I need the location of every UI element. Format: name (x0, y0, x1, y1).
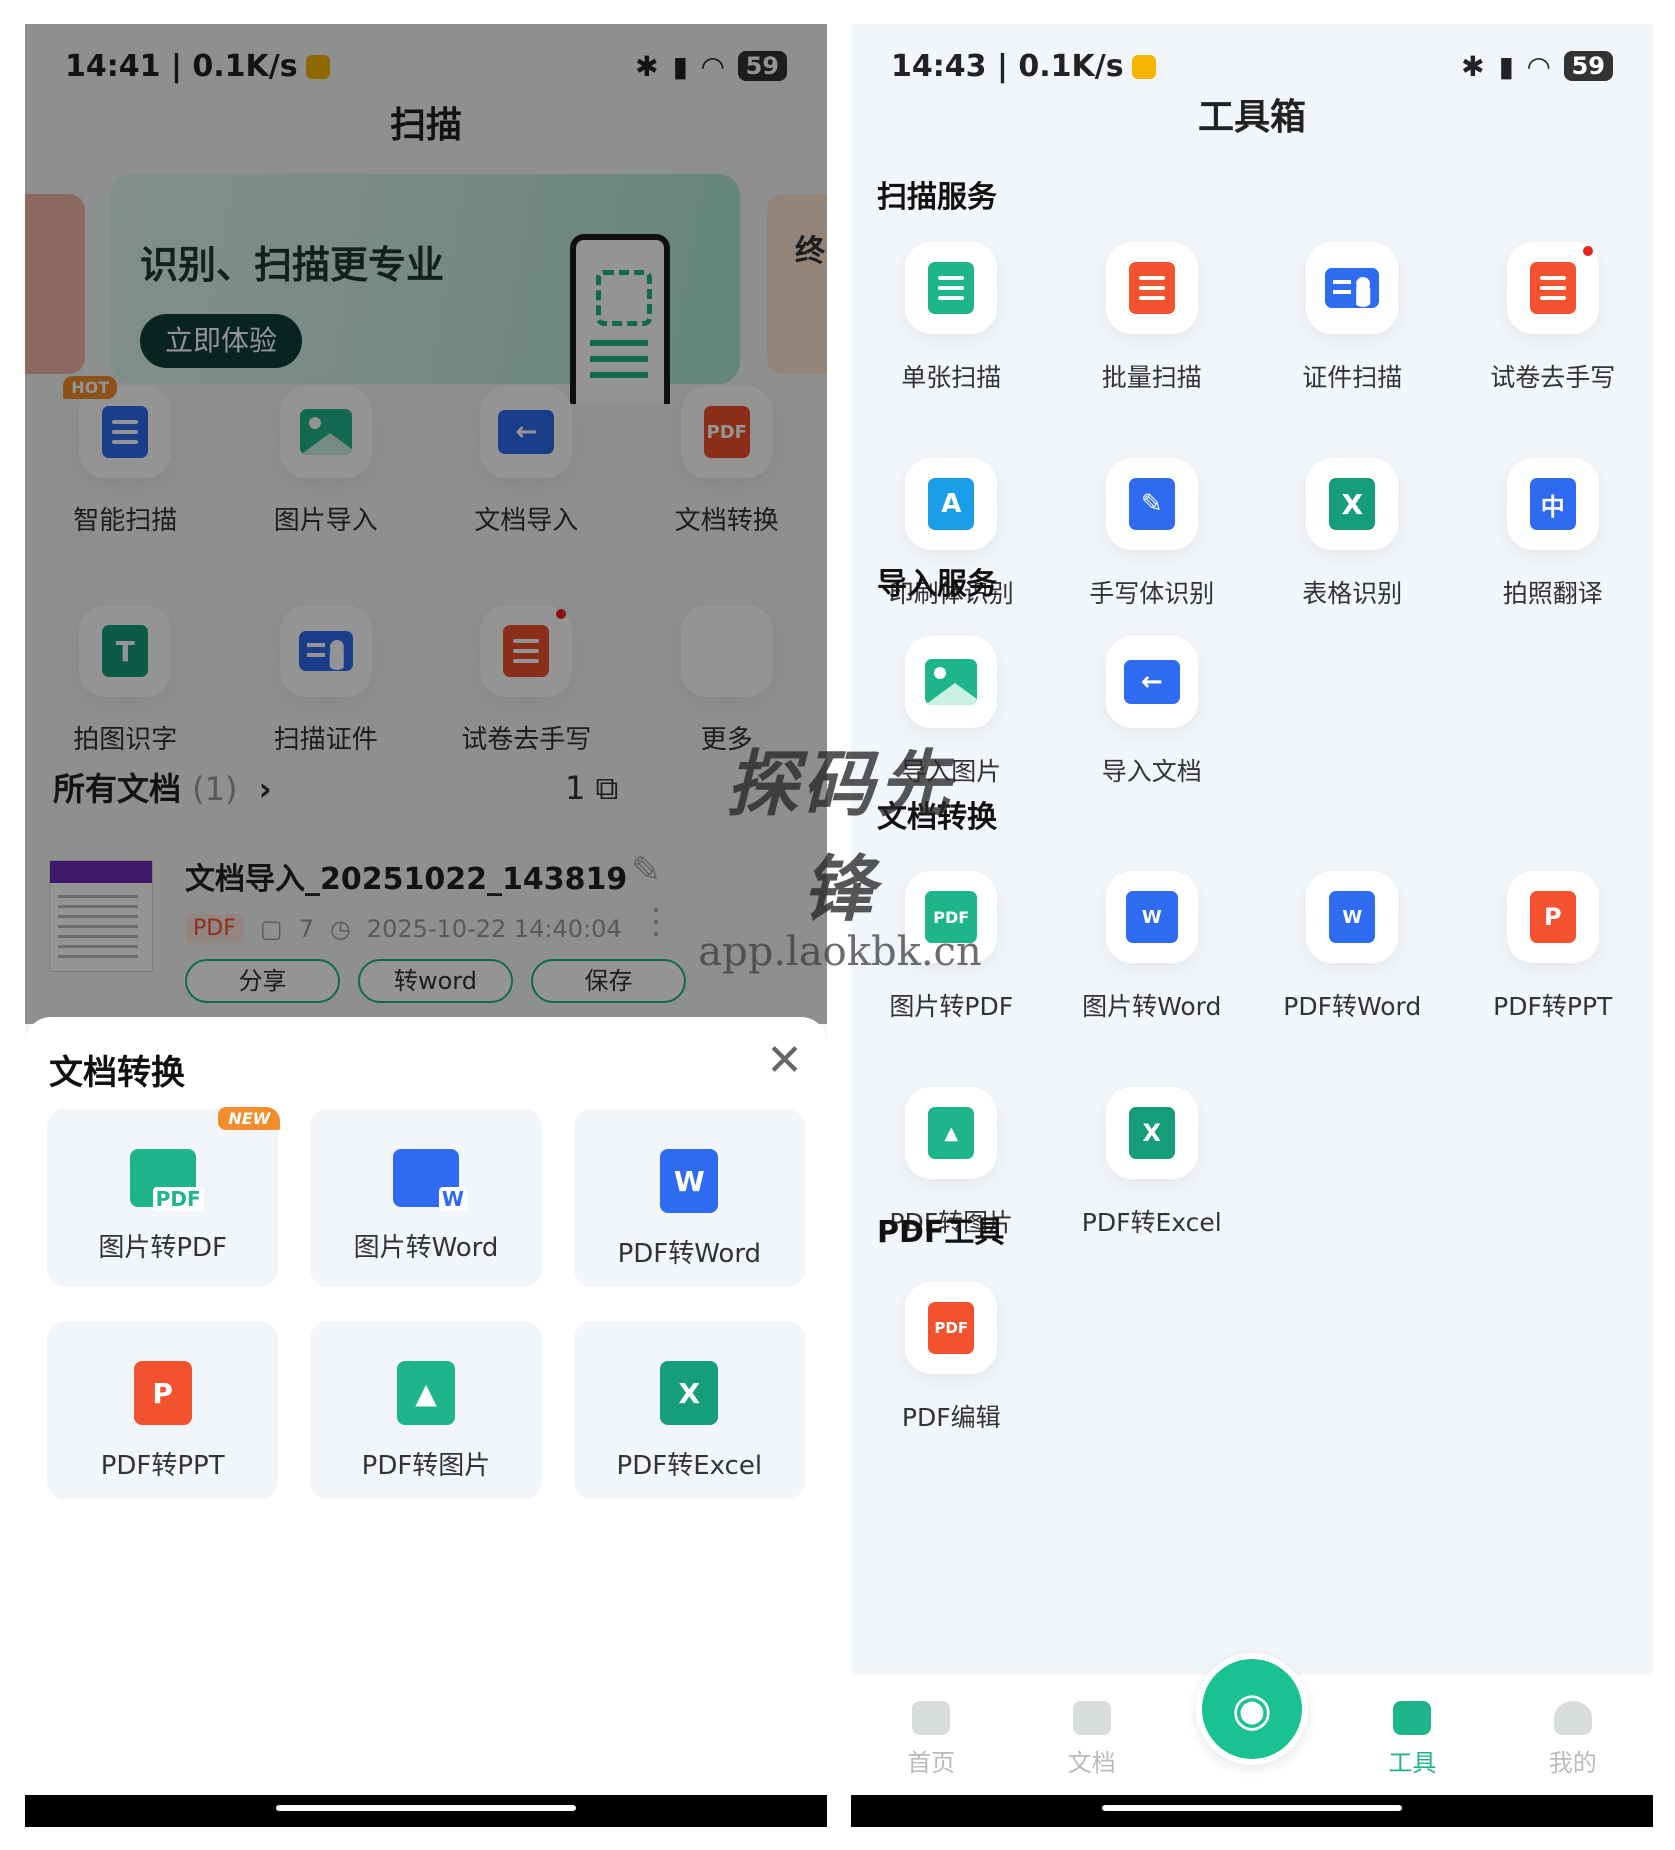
convert-image-to-word[interactable]: W 图片转Word (310, 1109, 542, 1287)
convert-pdf-to-excel[interactable]: X PDF转Excel (573, 1321, 805, 1499)
folder-import-icon: ← (1123, 660, 1180, 704)
notification-icon (1131, 55, 1156, 79)
tool-photo-translate[interactable]: 中拍照翻译 (1453, 458, 1654, 610)
section-title-scan: 扫描服务 (877, 180, 997, 215)
new-dot (1582, 246, 1593, 256)
section-title-import: 导入服务 (877, 567, 997, 602)
tab-home[interactable]: 首页 (851, 1675, 1011, 1795)
camera-icon: ◉ (1231, 1682, 1273, 1736)
image-pdf-icon: PDF (925, 891, 978, 943)
tool-pdf-to-excel[interactable]: X PDF转Excel (1052, 1087, 1253, 1239)
tool-image-to-word[interactable]: W 图片转Word (1052, 871, 1253, 1023)
tool-id-scan[interactable]: 证件扫描 (1252, 242, 1453, 394)
pen-icon: ✎ (1128, 478, 1175, 530)
tool-import-document[interactable]: ← 导入文档 (1052, 636, 1253, 788)
word-file-icon: W (660, 1149, 719, 1213)
convert-image-to-pdf[interactable]: NEW PDF 图片转PDF (47, 1107, 281, 1287)
image-word-icon: W (1125, 891, 1178, 943)
status-bar: 14:43 | 0.1K/s ✱ ▮ ◠ 59 (891, 42, 1613, 90)
section-title-convert: 文档转换 (877, 800, 997, 835)
image-file-icon: ▲ (396, 1361, 455, 1425)
excel-file-icon: X (660, 1361, 719, 1425)
pdf-tools: PDF PDF编辑 (851, 1282, 1653, 1434)
image-pdf-icon: PDF (129, 1149, 204, 1211)
home-indicator[interactable] (851, 1795, 1653, 1827)
print-ocr-icon: A (928, 478, 975, 530)
folder-icon (1072, 1701, 1111, 1735)
convert-bottom-sheet: 文档转换 ✕ NEW PDF 图片转PDF W 图片转Word W PDF转Wo… (25, 1017, 827, 1827)
tab-tools[interactable]: 工具 (1332, 1675, 1492, 1795)
modal-overlay[interactable] (25, 24, 827, 1024)
ppt-file-icon: P (1529, 891, 1576, 943)
erase-handwriting-icon (1529, 262, 1576, 314)
camera-scan-button[interactable]: ◉ (1196, 1653, 1308, 1765)
status-time: 14:43 | 0.1K/s (891, 48, 1124, 84)
tool-pdf-to-word[interactable]: W PDF转Word (1252, 871, 1453, 1023)
scan-screen: 14:41 | 0.1K/s ✱ ▮ ◠ 59 扫描 终 识别、扫描更专业 立即… (25, 24, 827, 1827)
convert-pdf-to-ppt[interactable]: P PDF转PPT (47, 1321, 279, 1499)
wifi-icon: ◠ (1528, 49, 1550, 83)
image-word-icon: W (392, 1149, 467, 1211)
image-icon (925, 659, 978, 705)
toolbox-icon (1393, 1701, 1432, 1735)
tool-image-to-pdf[interactable]: PDF 图片转PDF (851, 871, 1052, 1023)
scan-tools: 单张扫描 批量扫描 证件扫描 试卷去手写 A 印刷体识别 ✎ 手写体识别 X 表格识别… (851, 242, 1653, 610)
home-indicator[interactable] (25, 1795, 827, 1827)
battery-indicator: 59 (1563, 51, 1613, 81)
convert-tools: PDF 图片转PDF W 图片转Word W PDF转Word P PDF转PPT ▲ P… (851, 871, 1653, 1239)
tool-handwriting-ocr[interactable]: ✎ 手写体识别 (1052, 458, 1253, 610)
word-file-icon: W (1329, 891, 1376, 943)
tool-import-image[interactable]: 导入图片 (851, 636, 1052, 788)
section-title-pdf: PDF工具 (877, 1215, 1005, 1250)
translate-icon: 中 (1529, 478, 1576, 530)
sheet-title: 文档转换 (49, 1053, 185, 1093)
tool-pdf-to-ppt[interactable]: P PDF转PPT (1453, 871, 1654, 1023)
document-icon (928, 262, 975, 314)
tool-single-scan[interactable]: 单张扫描 (851, 242, 1052, 394)
excel-file-icon: X (1128, 1107, 1175, 1159)
user-icon (1553, 1701, 1592, 1735)
documents-icon (1128, 262, 1175, 314)
tool-erase-handwriting[interactable]: 试卷去手写 (1453, 242, 1654, 394)
convert-pdf-to-word[interactable]: W PDF转Word (573, 1109, 805, 1287)
ppt-file-icon: P (133, 1361, 192, 1425)
excel-icon: X (1329, 478, 1376, 530)
signal-icon: ▮ (1498, 49, 1515, 83)
import-tools: 导入图片 ← 导入文档 (851, 636, 1653, 788)
tool-pdf-edit[interactable]: PDF PDF编辑 (851, 1282, 1052, 1434)
convert-pdf-to-image[interactable]: ▲ PDF转图片 (310, 1321, 542, 1499)
pdf-edit-icon: PDF (928, 1302, 975, 1354)
new-badge: NEW (218, 1107, 281, 1130)
bluetooth-icon: ✱ (1461, 49, 1485, 83)
page-title: 工具箱 (1197, 97, 1306, 138)
close-icon[interactable]: ✕ (766, 1035, 803, 1086)
image-file-icon: ▲ (928, 1107, 975, 1159)
tool-batch-scan[interactable]: 批量扫描 (1052, 242, 1253, 394)
toolbox-screen: 14:43 | 0.1K/s ✱ ▮ ◠ 59 工具箱 扫描服务 单张扫描 批量… (851, 24, 1653, 1827)
tab-documents[interactable]: 文档 (1011, 1675, 1171, 1795)
tool-table-ocr[interactable]: X 表格识别 (1252, 458, 1453, 610)
tab-profile[interactable]: 我的 (1493, 1675, 1653, 1795)
home-icon (912, 1701, 951, 1735)
id-card-icon (1325, 268, 1380, 308)
